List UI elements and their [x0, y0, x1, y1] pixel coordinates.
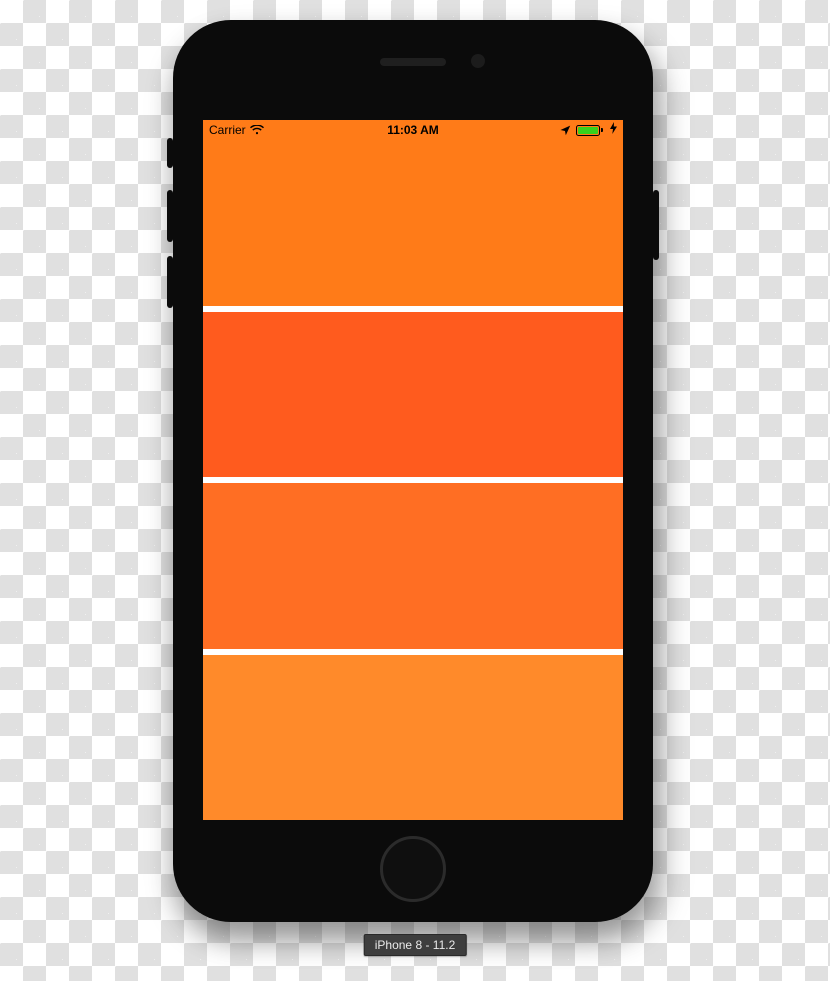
status-bar: Carrier 11:03 AM: [203, 120, 623, 140]
wifi-icon: [250, 125, 264, 135]
color-rows: [203, 120, 623, 820]
color-row: [203, 306, 623, 478]
earpiece-speaker: [380, 58, 446, 66]
color-row: [203, 649, 623, 821]
bolt-icon: [610, 120, 617, 140]
iphone-device-frame: Carrier 11:03 AM: [173, 20, 653, 922]
carrier-label: Carrier: [209, 120, 246, 140]
volume-up-button[interactable]: [167, 190, 173, 242]
color-row: [203, 120, 623, 306]
mute-switch[interactable]: [167, 138, 173, 168]
location-arrow-icon: [560, 125, 571, 136]
volume-down-button[interactable]: [167, 256, 173, 308]
battery-full-icon: [576, 125, 603, 136]
front-camera: [471, 54, 485, 68]
home-button[interactable]: [380, 836, 446, 902]
color-row: [203, 477, 623, 649]
power-button[interactable]: [653, 190, 659, 260]
status-left-group: Carrier: [209, 120, 264, 140]
device-screen: Carrier 11:03 AM: [203, 120, 623, 820]
device-caption: iPhone 8 - 11.2: [364, 934, 467, 956]
status-right-group: [560, 120, 617, 140]
